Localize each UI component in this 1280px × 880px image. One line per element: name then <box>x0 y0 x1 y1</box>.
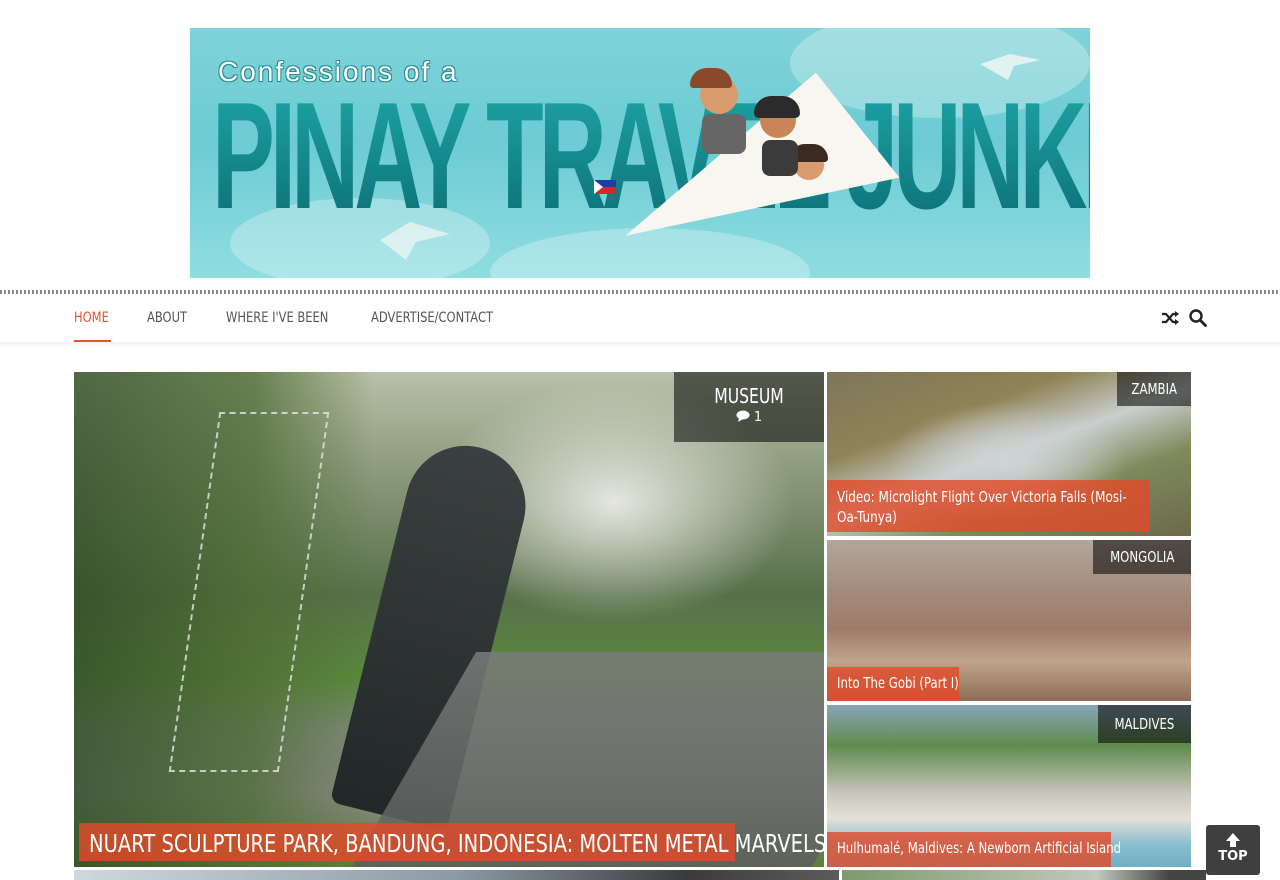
featured-post-title[interactable]: NUART SCULPTURE PARK, BANDUNG, INDONESIA… <box>79 823 824 861</box>
category-box-mongolia: MONGOLIA <box>1092 540 1191 574</box>
crane-icon <box>980 54 1040 80</box>
featured-post-side-1[interactable]: ZAMBIA Video: Microlight Flight Over Vic… <box>827 372 1191 536</box>
arrow-up-icon <box>1226 833 1240 847</box>
next-row-post-right[interactable] <box>842 870 1206 880</box>
nav-active-indicator <box>74 340 111 342</box>
post-title[interactable]: Hulhumalé, Maldives: A Newborn Artificia… <box>827 832 1121 867</box>
site-banner[interactable]: Confessions of a PINAY TRAVEL JUNKIE <box>190 28 1090 278</box>
category-box-maldives: MALDIVES <box>1098 705 1191 743</box>
post-title-text: Into The Gobi (Part I) <box>837 674 959 692</box>
comment-icon <box>736 410 750 422</box>
category-label[interactable]: MALDIVES <box>1115 705 1175 743</box>
category-box-zambia: ZAMBIA <box>1116 372 1191 406</box>
nav-advertise-contact[interactable]: ADVERTISE/CONTACT <box>371 310 493 326</box>
back-to-top-button[interactable]: TOP <box>1206 825 1260 875</box>
comment-count-value: 1 <box>753 410 763 425</box>
nav-where-ive-been[interactable]: WHERE I'VE BEEN <box>226 310 328 326</box>
back-to-top-label: TOP <box>1218 849 1248 864</box>
characters-illustration <box>690 68 850 198</box>
featured-post-side-3[interactable]: MALDIVES Hulhumalé, Maldives: A Newborn … <box>827 705 1191 867</box>
shuffle-icon[interactable] <box>1160 308 1180 328</box>
post-title[interactable]: Into The Gobi (Part I) <box>827 667 959 701</box>
category-label[interactable]: MONGOLIA <box>1110 540 1174 574</box>
post-title-text: Hulhumalé, Maldives: A Newborn Artificia… <box>837 839 1122 857</box>
featured-post-side-2[interactable]: MONGOLIA Into The Gobi (Part I) <box>827 540 1191 701</box>
featured-post-title-text: NUART SCULPTURE PARK, BANDUNG, INDONESIA… <box>89 829 824 858</box>
category-box-museum: MUSEUM 1 <box>674 372 824 442</box>
nav-home[interactable]: HOME <box>74 310 109 326</box>
post-title-text: Video: Microlight Flight Over Victoria F… <box>837 488 1127 526</box>
post-title[interactable]: Video: Microlight Flight Over Victoria F… <box>827 480 1150 532</box>
featured-post-main[interactable]: MUSEUM 1 NUART SCULPTURE PARK, BANDUNG, … <box>74 372 824 867</box>
main-navigation: HOME ABOUT WHERE I'VE BEEN ADVERTISE/CON… <box>0 294 1280 342</box>
crane-icon <box>380 222 450 260</box>
philippine-flag-icon <box>594 180 616 194</box>
category-label[interactable]: MUSEUM <box>691 372 808 408</box>
search-icon[interactable] <box>1188 308 1208 328</box>
nav-about[interactable]: ABOUT <box>147 310 187 326</box>
category-label[interactable]: ZAMBIA <box>1131 372 1177 406</box>
next-row-post-left[interactable] <box>74 870 839 880</box>
comment-count[interactable]: 1 <box>674 410 824 425</box>
